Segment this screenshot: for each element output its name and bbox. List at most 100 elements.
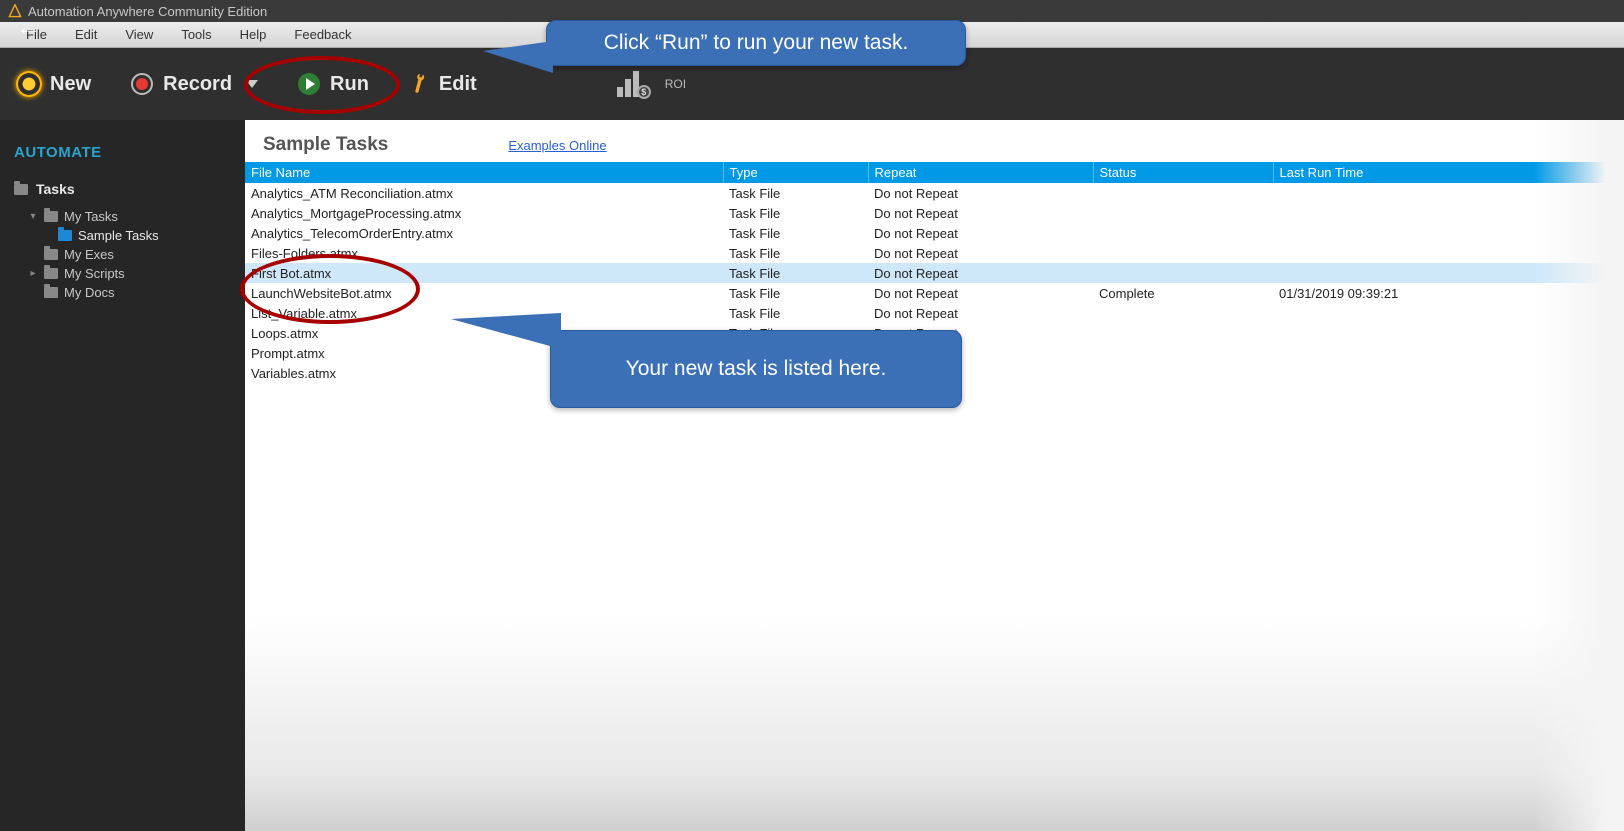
back-arrow-icon[interactable]: ← [16,14,40,42]
table-row[interactable]: First Bot.atmxTask FileDo not Repeat [245,263,1624,283]
callout-row-text: Your new task is listed here. [626,357,887,381]
col-repeat[interactable]: Repeat [868,162,1093,183]
cell-status [1093,183,1273,203]
tree-item-my-tasks[interactable]: ▾ My Tasks [14,207,245,226]
cell-repeat: Do not Repeat [868,203,1093,223]
sidebar-heading: AUTOMATE [0,140,245,175]
cell-status [1093,343,1273,363]
table-row[interactable]: LaunchWebsiteBot.atmxTask FileDo not Rep… [245,283,1624,303]
callout-row: Your new task is listed here. [550,330,962,408]
folder-icon [44,287,58,298]
menu-edit[interactable]: Edit [61,27,111,42]
folder-icon [14,184,28,195]
col-file-name[interactable]: File Name [245,162,723,183]
cell-status [1093,303,1273,323]
menu-help[interactable]: Help [226,27,281,42]
cell-type: Task File [723,243,868,263]
folder-icon [44,249,58,260]
cell-name: Analytics_ATM Reconciliation.atmx [245,183,723,203]
record-dropdown-icon[interactable] [246,80,258,88]
collapse-icon[interactable]: ▾ [28,211,38,222]
cell-name: Files-Folders.atmx [245,243,723,263]
expand-icon[interactable]: ▸ [28,268,38,279]
roi-button[interactable]: $ ROI [617,71,686,97]
menu-view[interactable]: View [111,27,167,42]
cell-last [1273,243,1624,263]
sidebar-tree: ▾ My Tasks Sample Tasks My Exes ▸ My Scr… [0,203,245,302]
window-title: Automation Anywhere Community Edition [28,4,267,19]
roi-icon: $ [617,71,651,97]
cell-last [1273,203,1624,223]
tree-item-label: Sample Tasks [78,228,159,243]
play-icon [298,73,320,95]
cell-repeat: Do not Repeat [868,243,1093,263]
cell-status [1093,243,1273,263]
cell-last [1273,263,1624,283]
cell-status [1093,323,1273,343]
sidebar: AUTOMATE Tasks ▾ My Tasks Sample Tasks [0,120,245,831]
new-label: New [50,73,91,96]
table-row[interactable]: Analytics_ATM Reconciliation.atmxTask Fi… [245,183,1624,203]
cell-name: First Bot.atmx [245,263,723,283]
cell-status [1093,203,1273,223]
cell-last [1273,363,1624,383]
new-icon [18,73,40,95]
tree-item-label: My Tasks [64,209,118,224]
folder-icon [44,211,58,222]
examples-online-link[interactable]: Examples Online [508,138,606,153]
tree-item-label: My Scripts [64,266,125,281]
cell-last [1273,223,1624,243]
tree-item-label: My Exes [64,247,114,262]
menu-tools[interactable]: Tools [167,27,225,42]
sidebar-root-tasks[interactable]: Tasks [0,175,245,203]
table-row[interactable]: Analytics_MortgageProcessing.atmxTask Fi… [245,203,1624,223]
run-label: Run [330,73,369,96]
sidebar-root-label: Tasks [36,181,75,197]
callout-run-text: Click “Run” to run your new task. [604,31,909,55]
edit-button[interactable]: Edit [409,73,477,96]
cell-type: Task File [723,263,868,283]
cell-status [1093,223,1273,243]
folder-icon [58,230,72,241]
cell-last: 01/31/2019 09:39:21 [1273,283,1624,303]
col-type[interactable]: Type [723,162,868,183]
cell-status: Complete [1093,283,1273,303]
table-row[interactable]: Files-Folders.atmxTask FileDo not Repeat [245,243,1624,263]
callout-pointer-icon [451,313,561,349]
folder-icon [44,268,58,279]
wrench-icon [405,70,432,97]
cell-repeat: Do not Repeat [868,303,1093,323]
cell-repeat: Do not Repeat [868,263,1093,283]
cell-last [1273,343,1624,363]
table-header-row: File Name Type Repeat Status Last Run Ti… [245,162,1624,183]
cell-last [1273,303,1624,323]
roi-label: ROI [665,77,686,91]
cell-repeat: Do not Repeat [868,183,1093,203]
edit-label: Edit [439,73,477,96]
tree-item-my-scripts[interactable]: ▸ My Scripts [14,264,245,283]
tree-item-my-exes[interactable]: My Exes [14,245,245,264]
cell-last [1273,323,1624,343]
col-status[interactable]: Status [1093,162,1273,183]
record-label: Record [163,73,232,96]
record-icon [131,73,153,95]
tree-item-label: My Docs [64,285,115,300]
titlebar: Automation Anywhere Community Edition [0,0,1624,22]
col-last-run[interactable]: Last Run Time [1273,162,1624,183]
record-button[interactable]: Record [131,73,258,96]
cell-repeat: Do not Repeat [868,223,1093,243]
cell-last [1273,183,1624,203]
cell-type: Task File [723,183,868,203]
panel-title: Sample Tasks [263,134,388,156]
new-button[interactable]: New [18,73,91,96]
tree-item-my-docs[interactable]: My Docs [14,283,245,302]
menu-feedback[interactable]: Feedback [280,27,365,42]
cell-type: Task File [723,283,868,303]
table-row[interactable]: Analytics_TelecomOrderEntry.atmxTask Fil… [245,223,1624,243]
tree-item-sample-tasks[interactable]: Sample Tasks [14,226,245,245]
run-button[interactable]: Run [298,73,369,96]
main-panel: Sample Tasks Examples Online File Name T… [245,120,1624,831]
cell-name: LaunchWebsiteBot.atmx [245,283,723,303]
cell-repeat: Do not Repeat [868,283,1093,303]
cell-status [1093,263,1273,283]
